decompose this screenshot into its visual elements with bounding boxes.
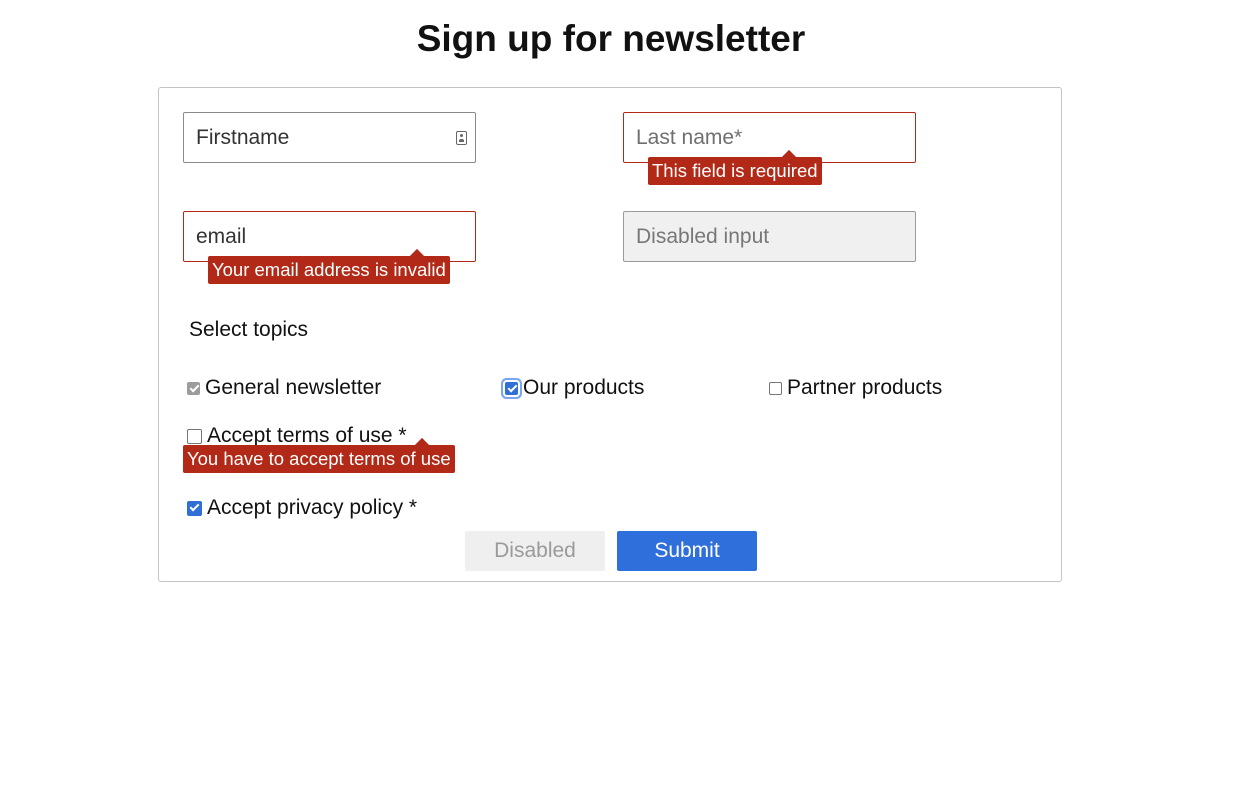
- email-field-wrapper: [183, 211, 476, 262]
- accept-privacy-label: Accept privacy policy *: [207, 496, 418, 519]
- lastname-field-wrapper: [623, 112, 916, 163]
- topic-our-products[interactable]: Our products: [505, 376, 644, 400]
- our-products-label: Our products: [523, 376, 645, 399]
- disabled-field-wrapper: [623, 211, 916, 262]
- email-error-tooltip: Your email address is invalid: [208, 256, 450, 284]
- contact-card-icon[interactable]: [456, 131, 467, 145]
- our-products-checkbox[interactable]: [505, 381, 518, 395]
- firstname-field-wrapper: [183, 112, 476, 163]
- terms-error-tooltip: You have to accept terms of use: [183, 445, 455, 473]
- lastname-input[interactable]: [624, 113, 915, 162]
- accept-privacy-checkbox[interactable]: [187, 500, 202, 516]
- disabled-button: Disabled: [465, 531, 605, 571]
- topics-label: Select topics: [189, 318, 309, 341]
- page-title: Sign up for newsletter: [416, 18, 806, 59]
- partner-products-label: Partner products: [787, 376, 943, 399]
- topic-general-newsletter[interactable]: General newsletter: [187, 376, 381, 400]
- accept-privacy-row[interactable]: Accept privacy policy *: [187, 496, 417, 520]
- disabled-input: [624, 212, 915, 261]
- partner-products-checkbox[interactable]: [769, 381, 782, 395]
- lastname-error-tooltip: This field is required: [648, 157, 822, 185]
- email-input[interactable]: [184, 212, 475, 261]
- submit-button[interactable]: Submit: [617, 531, 757, 571]
- newsletter-form: This field is required Your email addres…: [158, 87, 1062, 582]
- general-newsletter-label: General newsletter: [205, 376, 382, 399]
- general-newsletter-checkbox[interactable]: [187, 381, 200, 395]
- firstname-input[interactable]: [184, 113, 475, 162]
- accept-terms-checkbox[interactable]: [187, 428, 202, 444]
- topic-partner-products[interactable]: Partner products: [769, 376, 942, 400]
